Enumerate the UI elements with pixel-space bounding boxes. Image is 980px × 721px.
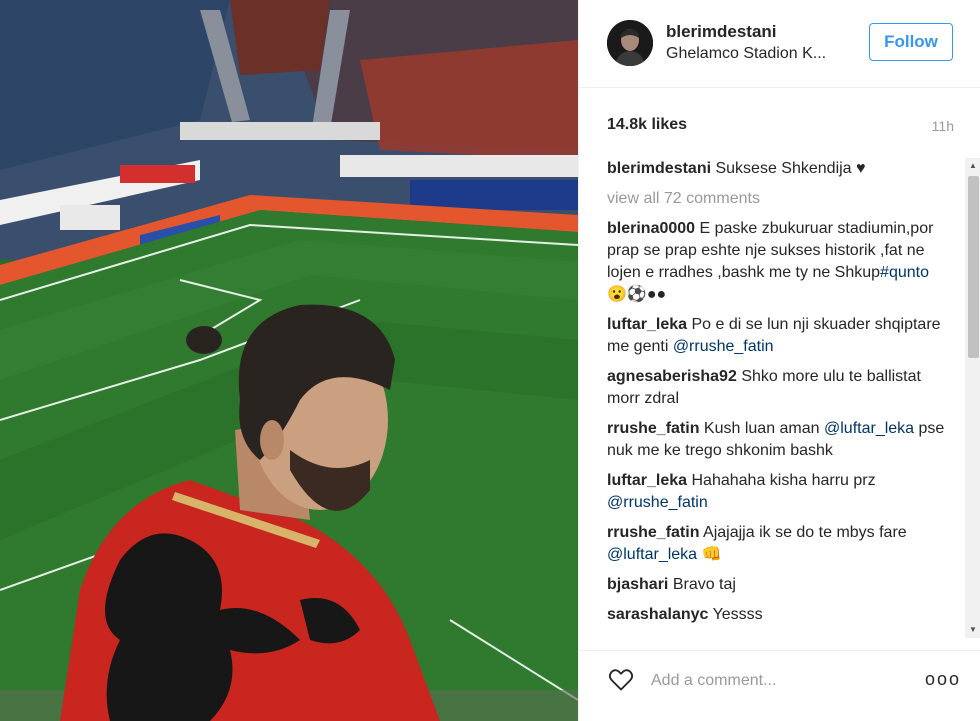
comment-mention-link[interactable]: @rrushe_fatin (607, 494, 708, 511)
comment-mention-link[interactable]: @luftar_leka (607, 546, 697, 563)
comment-username[interactable]: bjashari (607, 576, 668, 593)
comment-text: Bravo taj (672, 576, 736, 593)
comment-username[interactable]: rrushe_fatin (607, 420, 699, 437)
scroll-down-arrow-icon[interactable]: ▼ (965, 622, 980, 638)
scrollbar-thumb[interactable] (968, 176, 979, 358)
comment-username[interactable]: luftar_leka (607, 316, 687, 333)
post-side-panel: blerimdestani Ghelamco Stadion K... Foll… (578, 0, 980, 721)
user-avatar-icon (607, 20, 653, 66)
comment-text-tail: 👊 (697, 546, 722, 563)
stadium-photo-illustration (0, 0, 578, 721)
post-location[interactable]: Ghelamco Stadion K... (666, 45, 826, 63)
comment-mention-link[interactable]: @luftar_leka (824, 420, 914, 437)
comment-username[interactable]: luftar_leka (607, 472, 687, 489)
comments-list: blerimdestani Suksese Shkendija ♥ view a… (607, 158, 952, 640)
comment-username[interactable]: blerina0000 (607, 220, 695, 237)
comment-item: rrushe_fatin Kush luan aman @luftar_leka… (607, 418, 952, 462)
post-header: blerimdestani Ghelamco Stadion K... Foll… (579, 0, 980, 88)
post-username[interactable]: blerimdestani (666, 22, 777, 42)
comment-username[interactable]: rrushe_fatin (607, 524, 699, 541)
comment-bar: ooo (579, 650, 980, 721)
comment-item: agnesaberisha92 Shko more ulu te ballist… (607, 366, 952, 410)
comment-item: luftar_leka Po e di se lun nji skuader s… (607, 314, 952, 358)
add-comment-input[interactable] (649, 669, 923, 693)
likes-count[interactable]: 14.8k likes (607, 116, 687, 134)
comment-text: Yessss (712, 606, 763, 623)
avatar[interactable] (607, 20, 653, 66)
heart-icon[interactable] (607, 665, 635, 693)
comment-text: Kush luan aman (703, 420, 824, 437)
comments-scrollbar[interactable]: ▲ ▼ (965, 158, 980, 638)
follow-button[interactable]: Follow (869, 23, 953, 61)
comment-items: blerina0000 E paske zbukuruar stadiumin,… (607, 218, 952, 626)
comment-item: blerina0000 E paske zbukuruar stadiumin,… (607, 218, 952, 306)
caption-text: Suksese Shkendija ♥ (715, 160, 866, 177)
instagram-post-view: blerimdestani Ghelamco Stadion K... Foll… (0, 0, 980, 721)
comment-text: Hahahaha kisha harru prz (691, 472, 876, 489)
comment-item: sarashalanyc Yessss (607, 604, 952, 626)
comment-item: luftar_leka Hahahaha kisha harru prz @rr… (607, 470, 952, 514)
comment-mention-link[interactable]: @rrushe_fatin (673, 338, 774, 355)
comment-mention-link[interactable]: #qunto (880, 264, 929, 281)
comment-username[interactable]: sarashalanyc (607, 606, 708, 623)
more-options-icon[interactable]: ooo (925, 669, 961, 690)
post-timestamp[interactable]: 11h (932, 118, 954, 134)
comment-item: bjashari Bravo taj (607, 574, 952, 596)
caption: blerimdestani Suksese Shkendija ♥ (607, 158, 952, 180)
comment-username[interactable]: agnesaberisha92 (607, 368, 737, 385)
view-all-comments-link[interactable]: view all 72 comments (607, 188, 952, 210)
comment-text-tail: 😮⚽●● (607, 286, 667, 303)
post-photo[interactable] (0, 0, 578, 721)
comment-item: rrushe_fatin Ajajajja ik se do te mbys f… (607, 522, 952, 566)
scroll-up-arrow-icon[interactable]: ▲ (965, 158, 980, 174)
caption-username[interactable]: blerimdestani (607, 160, 711, 177)
comment-text: Ajajajja ik se do te mbys fare (703, 524, 907, 541)
